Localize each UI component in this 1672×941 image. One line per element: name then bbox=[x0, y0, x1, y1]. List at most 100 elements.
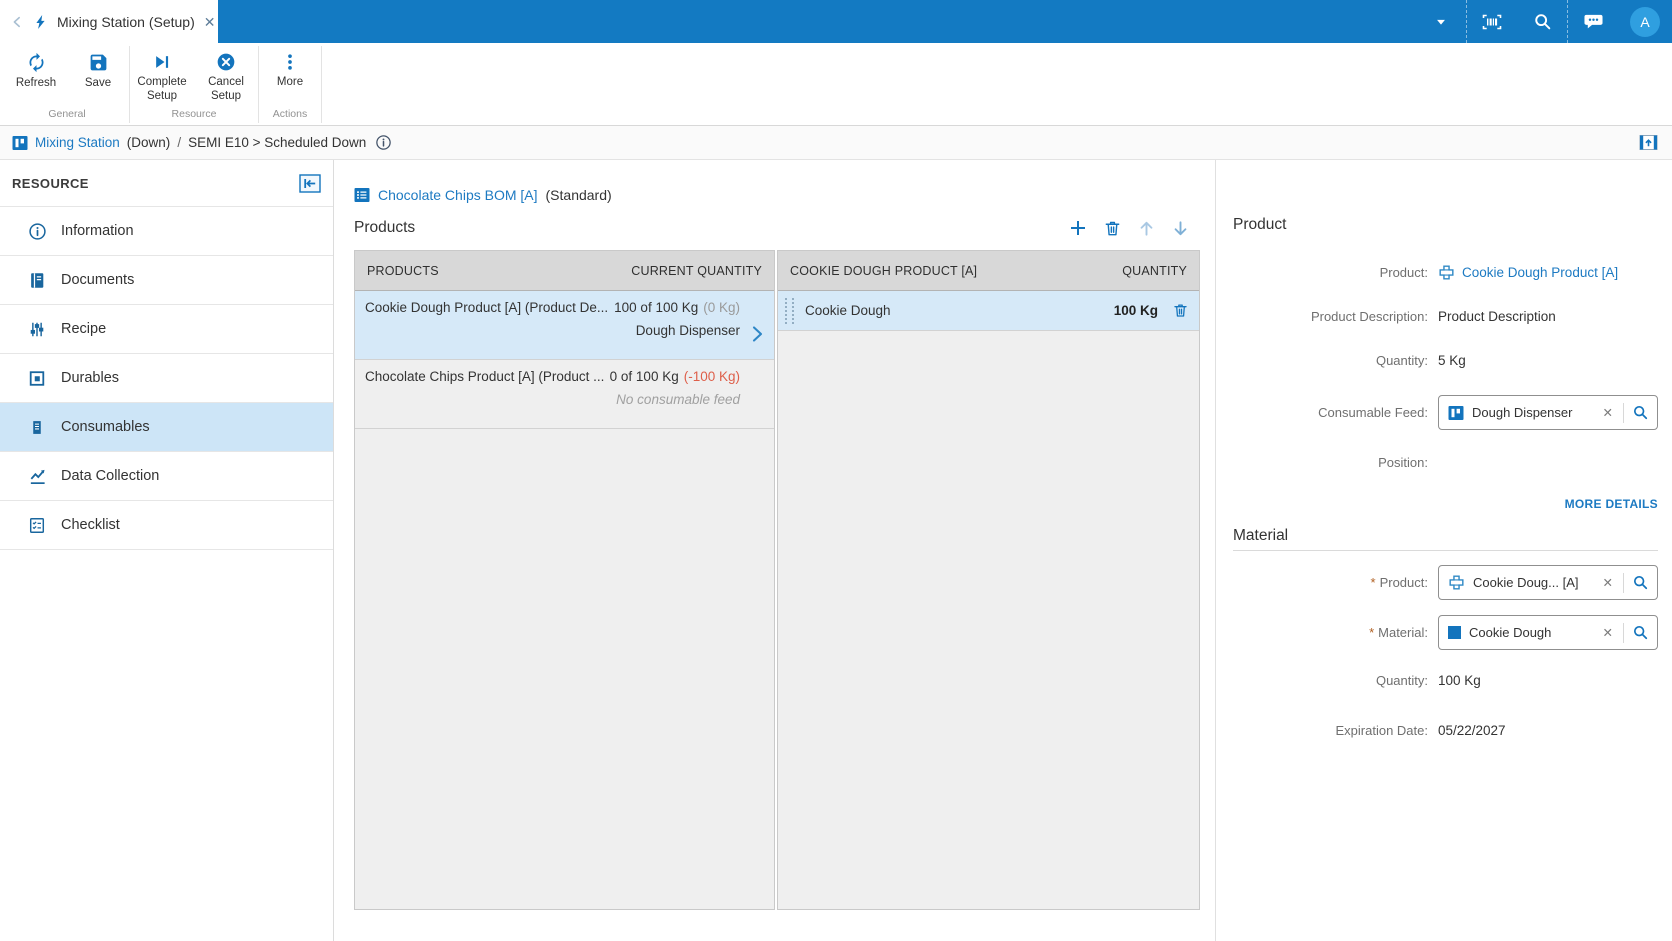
search-icon[interactable] bbox=[1517, 0, 1567, 43]
picker-value: Cookie Doug... [A] bbox=[1473, 575, 1579, 590]
sidebar: RESOURCE Information Documents Recipe Du… bbox=[0, 160, 334, 941]
materials-table: COOKIE DOUGH PRODUCT [A] QUANTITY Cookie… bbox=[777, 250, 1200, 910]
sidebar-item-label: Information bbox=[61, 223, 134, 239]
sidebar-item-recipe[interactable]: Recipe bbox=[0, 304, 333, 353]
toolbar-separator bbox=[321, 46, 322, 123]
clear-icon[interactable]: ✕ bbox=[1601, 405, 1615, 420]
sidebar-item-durables[interactable]: Durables bbox=[0, 353, 333, 402]
picker-value: Dough Dispenser bbox=[1472, 405, 1573, 420]
field-label: Consumable Feed: bbox=[1318, 405, 1428, 420]
field-value: 100 Kg bbox=[1438, 672, 1481, 688]
sidebar-item-documents[interactable]: Documents bbox=[0, 255, 333, 304]
restore-panel-icon[interactable] bbox=[1639, 134, 1658, 151]
add-icon[interactable] bbox=[1068, 218, 1088, 238]
sidebar-title: RESOURCE bbox=[12, 175, 89, 191]
products-actions bbox=[1068, 218, 1190, 238]
tab-close-icon[interactable]: ✕ bbox=[204, 15, 216, 29]
tab-mixing-station[interactable]: Mixing Station (Setup) ✕ bbox=[0, 0, 218, 43]
drag-handle[interactable] bbox=[785, 297, 794, 324]
field-label: * Product: bbox=[1370, 575, 1428, 590]
bom-header: Chocolate Chips BOM [A] (Standard) bbox=[354, 187, 1215, 203]
cancel-setup-button[interactable]: Cancel Setup bbox=[194, 43, 258, 108]
sidebar-header: RESOURCE bbox=[0, 160, 333, 206]
sidebar-item-data-collection[interactable]: Data Collection bbox=[0, 451, 333, 500]
field-label: Quantity: bbox=[1375, 352, 1428, 368]
cancel-setup-icon bbox=[216, 52, 236, 72]
field-label: * Material: bbox=[1369, 625, 1428, 640]
refresh-button[interactable]: Refresh bbox=[5, 43, 67, 108]
complete-setup-button[interactable]: Complete Setup bbox=[130, 43, 194, 108]
table-row[interactable]: Chocolate Chips Product [A] (Product ...… bbox=[355, 360, 774, 429]
bom-link[interactable]: Chocolate Chips BOM [A] bbox=[378, 187, 538, 203]
consumable-feed-missing: No consumable feed bbox=[616, 391, 740, 407]
product-name: Cookie Dough Product [A] (Product De... bbox=[365, 300, 609, 315]
material-product-picker[interactable]: Cookie Doug... [A] ✕ bbox=[1438, 565, 1658, 600]
search-icon[interactable] bbox=[1632, 624, 1649, 641]
toolbar-group-label: Actions bbox=[272, 108, 308, 120]
info-icon[interactable] bbox=[375, 134, 392, 151]
sidebar-item-label: Documents bbox=[61, 272, 135, 288]
field-consumable-feed: Consumable Feed: Dough Dispenser ✕ bbox=[1233, 395, 1658, 430]
tab-title: Mixing Station (Setup) bbox=[57, 13, 195, 30]
required-marker: * bbox=[1369, 625, 1375, 640]
field-value: Product Description bbox=[1438, 308, 1556, 324]
chat-icon[interactable] bbox=[1568, 0, 1618, 43]
bom-type: (Standard) bbox=[545, 187, 612, 203]
refresh-icon bbox=[26, 52, 47, 73]
material-picker[interactable]: Cookie Dough ✕ bbox=[1438, 615, 1658, 650]
chevron-down-icon[interactable] bbox=[1416, 0, 1466, 43]
avatar[interactable]: A bbox=[1630, 6, 1660, 37]
product-quantity: 100 of 100 Kg (0 Kg) Dough Dispenser bbox=[614, 300, 740, 338]
material-section-title: Material bbox=[1233, 527, 1289, 544]
tab-scroll-left-icon[interactable] bbox=[10, 15, 24, 29]
data-collection-icon bbox=[27, 467, 47, 486]
delete-icon[interactable] bbox=[1172, 302, 1189, 319]
save-label: Save bbox=[84, 77, 112, 89]
toolbar-group-general: Refresh Save General bbox=[5, 43, 129, 125]
field-quantity: Quantity: 5 Kg bbox=[1233, 350, 1658, 370]
refresh-label: Refresh bbox=[15, 77, 57, 89]
documents-icon bbox=[27, 271, 47, 290]
search-icon[interactable] bbox=[1632, 404, 1649, 421]
durables-icon bbox=[27, 369, 47, 388]
product-link[interactable]: Cookie Dough Product [A] bbox=[1438, 264, 1618, 281]
sidebar-nav: Information Documents Recipe Durables Co… bbox=[0, 206, 333, 550]
product-quantity: 0 of 100 Kg (-100 Kg) No consumable feed bbox=[609, 369, 740, 407]
product-section-title: Product bbox=[1233, 216, 1287, 233]
topbar-actions: A bbox=[1416, 0, 1672, 43]
column-header-products: PRODUCTS bbox=[367, 263, 439, 278]
chevron-right-icon[interactable] bbox=[740, 309, 774, 359]
barcode-icon[interactable] bbox=[1467, 0, 1517, 43]
breadcrumb-resource-link[interactable]: Mixing Station bbox=[35, 135, 120, 150]
sidebar-item-information[interactable]: Information bbox=[0, 206, 333, 255]
more-button[interactable]: More bbox=[259, 43, 321, 108]
products-section-title: Products bbox=[354, 219, 416, 236]
breadcrumb-reason: SEMI E10 > Scheduled Down bbox=[188, 135, 367, 150]
chevron-placeholder bbox=[740, 378, 774, 428]
consumable-feed-picker[interactable]: Dough Dispenser ✕ bbox=[1438, 395, 1658, 430]
complete-setup-icon bbox=[152, 52, 172, 72]
sidebar-item-checklist[interactable]: Checklist bbox=[0, 500, 333, 550]
field-material-product: * Product: Cookie Doug... [A] ✕ bbox=[1233, 565, 1658, 600]
picker-separator bbox=[1623, 622, 1624, 643]
column-header-current-quantity: CURRENT QUANTITY bbox=[631, 263, 762, 278]
content: RESOURCE Information Documents Recipe Du… bbox=[0, 160, 1672, 941]
delete-icon[interactable] bbox=[1103, 219, 1122, 238]
toolbar: Refresh Save General Complete Setup Canc… bbox=[0, 43, 1672, 126]
more-details-link[interactable]: MORE DETAILS bbox=[1233, 497, 1658, 511]
move-up-icon[interactable] bbox=[1137, 219, 1156, 238]
move-down-icon[interactable] bbox=[1171, 219, 1190, 238]
search-icon[interactable] bbox=[1632, 574, 1649, 591]
clear-icon[interactable]: ✕ bbox=[1601, 625, 1615, 640]
product-icon bbox=[1439, 264, 1454, 280]
complete-setup-label: Complete Setup bbox=[137, 76, 187, 102]
picker-separator bbox=[1623, 572, 1624, 593]
collapse-sidebar-icon[interactable] bbox=[299, 173, 321, 193]
save-button[interactable]: Save bbox=[67, 43, 129, 108]
table-row[interactable]: Cookie Dough Product [A] (Product De... … bbox=[355, 291, 774, 360]
table-row[interactable]: Cookie Dough 100 Kg bbox=[778, 291, 1199, 331]
sidebar-item-consumables[interactable]: Consumables bbox=[0, 402, 333, 451]
clear-icon[interactable]: ✕ bbox=[1601, 575, 1615, 590]
column-header-product: COOKIE DOUGH PRODUCT [A] bbox=[790, 263, 978, 278]
products-table: PRODUCTS CURRENT QUANTITY Cookie Dough P… bbox=[354, 250, 775, 910]
